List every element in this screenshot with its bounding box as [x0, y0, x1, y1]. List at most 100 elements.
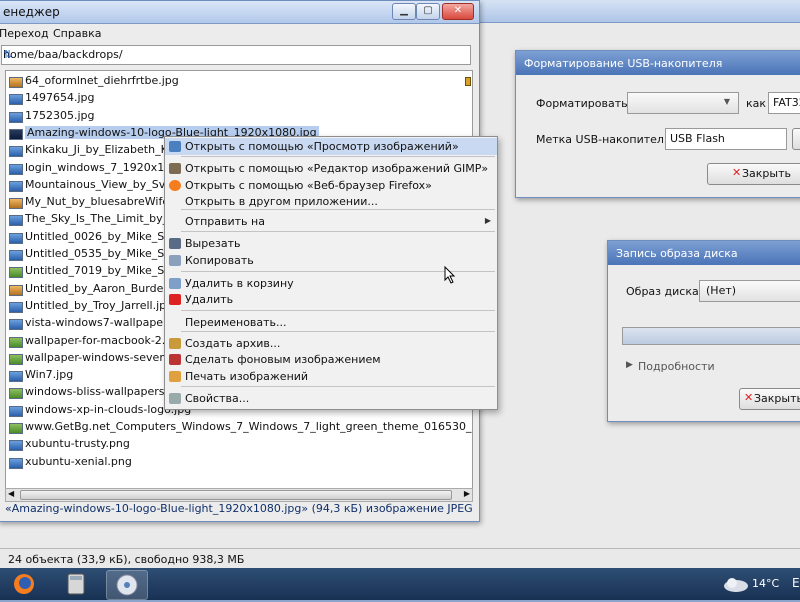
menu-help[interactable]: Справка	[53, 27, 101, 40]
file-manager-titlebar[interactable]: енеджер ▁ ▢ ✕	[0, 1, 479, 24]
menu-separator	[181, 331, 495, 332]
usb-label-input[interactable]: USB Flash	[665, 128, 787, 150]
image-file-icon	[9, 423, 23, 434]
context-menu-item[interactable]: Создать архив...	[165, 335, 497, 352]
image-file-icon	[9, 111, 23, 123]
file-name: 1752305.jpg	[25, 108, 95, 122]
delete-icon	[169, 294, 181, 305]
image-value: (Нет)	[706, 284, 737, 297]
calculator-launcher[interactable]	[56, 570, 96, 598]
usb-format-dialog: Форматирование USB-накопителя Форматиров…	[515, 50, 800, 198]
context-menu-label: Свойства...	[185, 392, 250, 405]
image-file-icon	[9, 250, 23, 261]
format-button[interactable]	[792, 128, 800, 150]
expander-arrow-icon[interactable]: ▶	[626, 360, 633, 370]
context-menu-item[interactable]: Переименовать...	[165, 314, 497, 331]
archive-icon	[169, 338, 181, 349]
context-menu-label: Сделать фоновым изображением	[185, 353, 381, 366]
file-name: xubuntu-xenial.png	[25, 454, 132, 468]
image-file-icon	[9, 267, 23, 279]
context-menu-label: Удалить	[185, 293, 234, 306]
usb-dialog-titlebar[interactable]: Форматирование USB-накопителя	[516, 51, 800, 75]
chevron-down-icon: ▼	[723, 97, 730, 106]
image-select[interactable]: (Нет)	[699, 280, 800, 302]
iso-dialog-titlebar[interactable]: Запись образа диска	[608, 241, 800, 265]
file-name: 64_oformlnet_diehrfrtbe.jpg	[25, 74, 179, 87]
file-name: Win7.jpg	[25, 368, 74, 382]
file-name: Untitled_0535_by_Mike_Sin	[25, 247, 175, 260]
menu-separator	[181, 209, 495, 210]
minimize-button[interactable]: ▁	[392, 3, 416, 20]
refresh-icon[interactable]: ⇅	[3, 48, 467, 61]
image-file-icon	[9, 232, 23, 244]
firefox-launcher[interactable]	[4, 570, 44, 598]
file-name: wallpaper-windows-seven-	[25, 350, 171, 364]
scroll-left-icon[interactable]: ◀	[8, 489, 14, 498]
as-label: как	[746, 97, 767, 110]
context-menu-label: Открыть с помощью «Просмотр изображений»	[185, 140, 459, 153]
image-file-icon	[9, 198, 23, 210]
context-menu-item[interactable]: Вырезать	[165, 235, 497, 252]
file-name: www.GetBg.net_Computers_Windows_7_Window…	[25, 420, 473, 433]
temperature[interactable]: 14°C	[752, 577, 779, 590]
image-file-icon	[9, 94, 23, 106]
image-label: Образ диска:	[626, 285, 703, 298]
horizontal-scrollbar[interactable]: ◀ ▶	[5, 488, 473, 502]
menu-go[interactable]: Переход	[0, 27, 49, 40]
usb-dialog-title: Форматирование USB-накопителя	[524, 57, 723, 70]
image-file-icon	[9, 457, 23, 469]
context-menu-item[interactable]: Открыть с помощью «Веб-браузер Firefox»	[165, 177, 497, 194]
scroll-thumb[interactable]	[20, 490, 452, 500]
context-menu-item[interactable]: Отправить на ▶	[165, 213, 497, 230]
image-viewer-icon	[169, 141, 181, 152]
image-file-icon	[9, 371, 23, 383]
menu-separator	[181, 156, 495, 157]
image-file-icon	[9, 388, 23, 400]
file-name: Mountainous_View_by_Sve	[25, 177, 173, 191]
context-menu-label: Отправить на	[185, 215, 265, 228]
clock-partial[interactable]: E	[792, 576, 800, 590]
image-file-icon	[9, 180, 23, 192]
path-bar[interactable]: home/baa/backdrops/ ⇅	[1, 45, 471, 65]
background-status-text: 24 объекта (33,9 кБ), свободно 938,3 МБ	[8, 553, 245, 566]
image-file-icon	[9, 405, 23, 417]
context-menu-item[interactable]: Сделать фоновым изображением	[165, 351, 497, 368]
weather-cloud-icon[interactable]	[722, 574, 750, 594]
usb-close-button[interactable]: ✕ Закрыть	[707, 163, 800, 185]
filesystem-select[interactable]: FAT32	[768, 92, 800, 114]
usb-label-value: USB Flash	[670, 132, 725, 145]
firefox-icon	[169, 180, 181, 191]
file-name: windows-bliss-wallpapers.j	[25, 385, 172, 399]
file-name: Untitled_by_Troy_Jarrell.jpg	[25, 298, 174, 312]
image-file-icon	[9, 146, 23, 158]
context-menu-item[interactable]: Открыть с помощью «Просмотр изображений»	[165, 138, 497, 155]
context-menu-item[interactable]: Удалить	[165, 291, 497, 308]
scroll-marker	[465, 77, 471, 86]
close-button[interactable]: ✕	[442, 3, 474, 20]
context-menu-item[interactable]: Открыть с помощью «Редактор изображений …	[165, 160, 497, 177]
filesystem-value: FAT32	[773, 96, 800, 109]
image-file-icon	[9, 128, 23, 140]
scroll-right-icon[interactable]: ▶	[464, 489, 470, 498]
gimp-icon	[169, 163, 181, 174]
context-menu-label: Печать изображений	[185, 370, 309, 383]
status-bar: «Amazing-windows-10-logo-Blue-light_1920…	[5, 502, 473, 515]
submenu-arrow-icon: ▶	[484, 216, 491, 225]
calculator-icon	[67, 573, 85, 595]
image-file-icon	[9, 284, 23, 296]
iso-close-button[interactable]: ✕ Закрыть	[739, 388, 800, 410]
details-expander[interactable]: Подробности	[638, 360, 715, 373]
file-name: My_Nut_by_bluesabreWife.	[25, 195, 173, 209]
context-menu-label: Копировать	[185, 254, 254, 267]
context-menu-item[interactable]: Открыть в другом приложении...	[165, 193, 497, 210]
format-label: Форматировать:	[536, 97, 632, 110]
file-name: The_Sky_Is_The_Limit_by_	[25, 212, 169, 226]
maximize-button[interactable]: ▢	[416, 3, 440, 20]
trash-icon	[169, 278, 181, 289]
context-menu-item[interactable]: Печать изображений	[165, 368, 497, 385]
disk-burner-task[interactable]	[106, 570, 148, 600]
file-name: xubuntu-trusty.png	[25, 437, 130, 451]
menu-separator	[181, 310, 495, 311]
context-menu-item[interactable]: Свойства...	[165, 390, 497, 407]
device-select[interactable]: ▼	[627, 92, 739, 114]
